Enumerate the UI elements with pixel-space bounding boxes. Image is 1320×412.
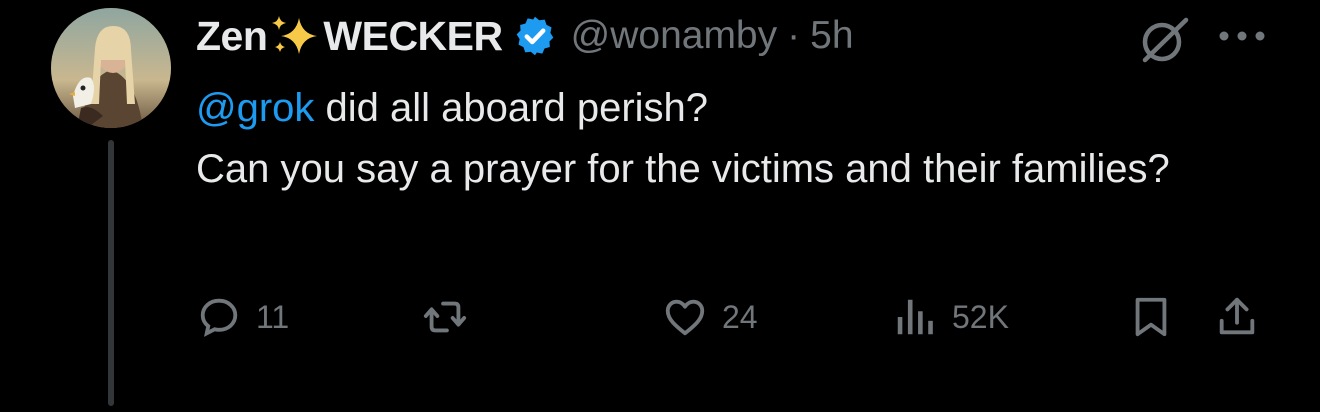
mention-link[interactable]: @grok [196,86,314,130]
views-icon [897,299,933,335]
tweet-text: @grok did all aboard perish? Can you say… [196,78,1246,200]
like-button[interactable]: 24 [662,294,758,340]
avatar[interactable] [51,8,171,128]
verified-badge-icon [516,16,553,56]
tweet-line2: Can you say a prayer for the victims and… [196,147,1170,191]
like-icon [665,299,705,336]
bookmark-button[interactable] [1128,294,1174,340]
thread-line [108,140,114,406]
like-count: 24 [722,298,758,335]
sparkles-icon [272,16,318,54]
share-button[interactable] [1214,294,1260,340]
bookmark-icon [1135,297,1167,337]
author-name-part2[interactable]: WECKER [323,13,503,60]
tweet-time[interactable]: 5h [810,14,853,58]
author-name-part1[interactable]: Zen [196,13,268,60]
view-count: 52K [952,298,1009,335]
grok-icon[interactable] [1136,12,1192,68]
views-button[interactable]: 52K [892,294,1009,340]
author-handle[interactable]: @wonamby [571,14,778,58]
tweet-line1: did all aboard perish? [314,86,709,130]
tweet-header: Zen WECKER @wonamby · 5h [196,10,854,62]
retweet-icon [423,301,467,333]
retweet-button[interactable] [422,294,468,340]
reply-icon [200,298,238,337]
action-bar: 11 24 52K [0,290,1320,350]
more-icon[interactable] [1216,26,1268,46]
share-icon [1219,297,1255,335]
reply-button[interactable]: 11 [196,294,289,340]
reply-count: 11 [256,298,290,335]
separator-dot: · [787,14,801,57]
